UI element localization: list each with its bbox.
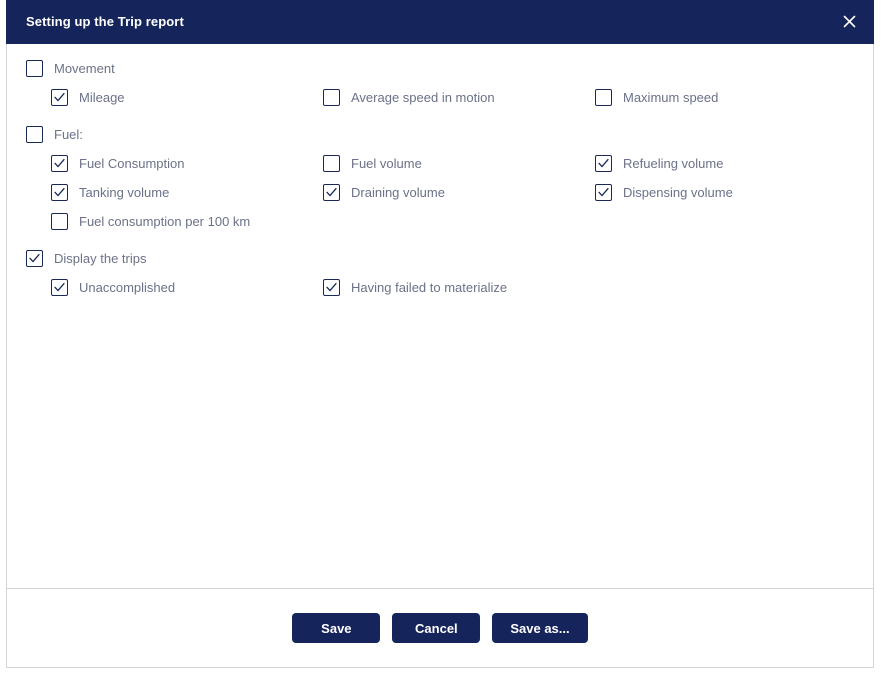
- group-fuel-parent-item[interactable]: Fuel:: [26, 120, 83, 149]
- checkbox-mileage-item[interactable]: Mileage: [51, 83, 323, 112]
- checkbox-having-failed-to-materialize-item[interactable]: Having failed to materialize: [323, 273, 595, 302]
- checkbox-having-failed-to-materialize-checkbox[interactable]: [323, 279, 340, 296]
- checkbox-row: Tanking volume Draining volume Dispensing …: [51, 178, 873, 207]
- checkbox-draining-volume-item[interactable]: Draining volume: [323, 178, 595, 207]
- save-as-button[interactable]: Save as...: [492, 613, 588, 643]
- checkbox-maximum-speed-item[interactable]: Maximum speed: [595, 83, 873, 112]
- checkbox-fuel-consumption-item[interactable]: Fuel Consumption: [51, 149, 323, 178]
- checkbox-cell: Average speed in motion: [323, 83, 595, 112]
- checkbox-cell: [595, 273, 873, 302]
- dialog-body: Movement Mileage Average speed in motion Ma…: [7, 44, 873, 588]
- checkbox-draining-volume-label: Draining volume: [351, 185, 445, 200]
- checkbox-maximum-speed-label: Maximum speed: [623, 90, 719, 105]
- checkbox-dispensing-volume-item[interactable]: Dispensing volume: [595, 178, 873, 207]
- checkbox-fuel-volume-checkbox[interactable]: [323, 155, 340, 172]
- checkbox-tanking-volume-label: Tanking volume: [79, 185, 170, 200]
- group-fuel-children: Fuel Consumption Fuel volume Refueling vol…: [7, 149, 873, 236]
- checkbox-cell: [323, 207, 595, 236]
- checkbox-cell: Dispensing volume: [595, 178, 873, 207]
- group-fuel-parent-row: Fuel:: [7, 120, 873, 149]
- save-button[interactable]: Save: [292, 613, 381, 643]
- checkbox-row: Mileage Average speed in motion Maximum sp…: [51, 83, 873, 112]
- checkbox-groups: Movement Mileage Average speed in motion Ma…: [7, 54, 873, 310]
- checkbox-cell: Having failed to materialize: [323, 273, 595, 302]
- group-movement-parent-row: Movement: [7, 54, 873, 83]
- checkbox-fuel-volume-label: Fuel volume: [351, 156, 422, 171]
- group-movement: Movement Mileage Average speed in motion Ma…: [7, 54, 873, 120]
- group-display-the-trips-parent-checkbox[interactable]: [26, 250, 43, 267]
- checkbox-mileage-label: Mileage: [79, 90, 125, 105]
- checkbox-cell: Fuel consumption per 100 km: [51, 207, 323, 236]
- checkbox-refueling-volume-label: Refueling volume: [623, 156, 724, 171]
- group-movement-parent-checkbox[interactable]: [26, 60, 43, 77]
- dialog-titlebar: Setting up the Trip report: [6, 0, 874, 44]
- trip-report-settings-dialog: Setting up the Trip report Movement Milea…: [6, 0, 874, 668]
- checkbox-fuel-consumption-checkbox[interactable]: [51, 155, 68, 172]
- checkbox-cell: Mileage: [51, 83, 323, 112]
- checkbox-row: Fuel consumption per 100 km: [51, 207, 873, 236]
- group-display-the-trips-parent-row: Display the trips: [7, 244, 873, 273]
- group-movement-parent-label: Movement: [54, 61, 115, 76]
- checkbox-cell: [595, 207, 873, 236]
- checkbox-average-speed-in-motion-checkbox[interactable]: [323, 89, 340, 106]
- checkbox-fuel-consumption-per-100-km-label: Fuel consumption per 100 km: [79, 214, 251, 229]
- checkbox-fuel-consumption-per-100-km-item[interactable]: Fuel consumption per 100 km: [51, 207, 323, 236]
- checkbox-tanking-volume-item[interactable]: Tanking volume: [51, 178, 323, 207]
- checkbox-unaccomplished-checkbox[interactable]: [51, 279, 68, 296]
- group-display-the-trips-parent-label: Display the trips: [54, 251, 147, 266]
- checkbox-cell: Unaccomplished: [51, 273, 323, 302]
- checkbox-having-failed-to-materialize-label: Having failed to materialize: [351, 280, 508, 295]
- checkbox-mileage-checkbox[interactable]: [51, 89, 68, 106]
- group-display-the-trips-children: Unaccomplished Having failed to materiali…: [7, 273, 873, 302]
- checkbox-average-speed-in-motion-item[interactable]: Average speed in motion: [323, 83, 595, 112]
- checkbox-dispensing-volume-checkbox[interactable]: [595, 184, 612, 201]
- checkbox-refueling-volume-item[interactable]: Refueling volume: [595, 149, 873, 178]
- dialog-title: Setting up the Trip report: [26, 14, 184, 29]
- checkbox-cell: Maximum speed: [595, 83, 873, 112]
- checkbox-average-speed-in-motion-label: Average speed in motion: [351, 90, 495, 105]
- checkbox-cell: Fuel volume: [323, 149, 595, 178]
- checkbox-fuel-consumption-per-100-km-checkbox[interactable]: [51, 213, 68, 230]
- group-movement-parent-item[interactable]: Movement: [26, 54, 115, 83]
- checkbox-cell: Fuel Consumption: [51, 149, 323, 178]
- checkbox-cell: Refueling volume: [595, 149, 873, 178]
- dialog-footer: Save Cancel Save as...: [7, 588, 873, 667]
- checkbox-unaccomplished-label: Unaccomplished: [79, 280, 176, 295]
- body-top-spacer: [7, 44, 873, 54]
- checkbox-row: Unaccomplished Having failed to materiali…: [51, 273, 873, 302]
- checkbox-unaccomplished-item[interactable]: Unaccomplished: [51, 273, 323, 302]
- group-fuel: Fuel: Fuel Consumption Fuel volume Refuelin…: [7, 120, 873, 244]
- group-movement-children: Mileage Average speed in motion Maximum sp…: [7, 83, 873, 112]
- checkbox-refueling-volume-checkbox[interactable]: [595, 155, 612, 172]
- checkbox-dispensing-volume-label: Dispensing volume: [623, 185, 733, 200]
- checkbox-fuel-volume-item[interactable]: Fuel volume: [323, 149, 595, 178]
- checkbox-row: Fuel Consumption Fuel volume Refueling vol…: [51, 149, 873, 178]
- cancel-button[interactable]: Cancel: [392, 613, 481, 643]
- group-display-the-trips: Display the trips Unaccomplished Having fa…: [7, 244, 873, 310]
- checkbox-maximum-speed-checkbox[interactable]: [595, 89, 612, 106]
- checkbox-fuel-consumption-label: Fuel Consumption: [79, 156, 185, 171]
- group-display-the-trips-parent-item[interactable]: Display the trips: [26, 244, 146, 273]
- close-icon[interactable]: [836, 9, 862, 35]
- group-fuel-parent-label: Fuel:: [54, 127, 83, 142]
- checkbox-cell: Draining volume: [323, 178, 595, 207]
- checkbox-tanking-volume-checkbox[interactable]: [51, 184, 68, 201]
- checkbox-cell: Tanking volume: [51, 178, 323, 207]
- checkbox-draining-volume-checkbox[interactable]: [323, 184, 340, 201]
- group-fuel-parent-checkbox[interactable]: [26, 126, 43, 143]
